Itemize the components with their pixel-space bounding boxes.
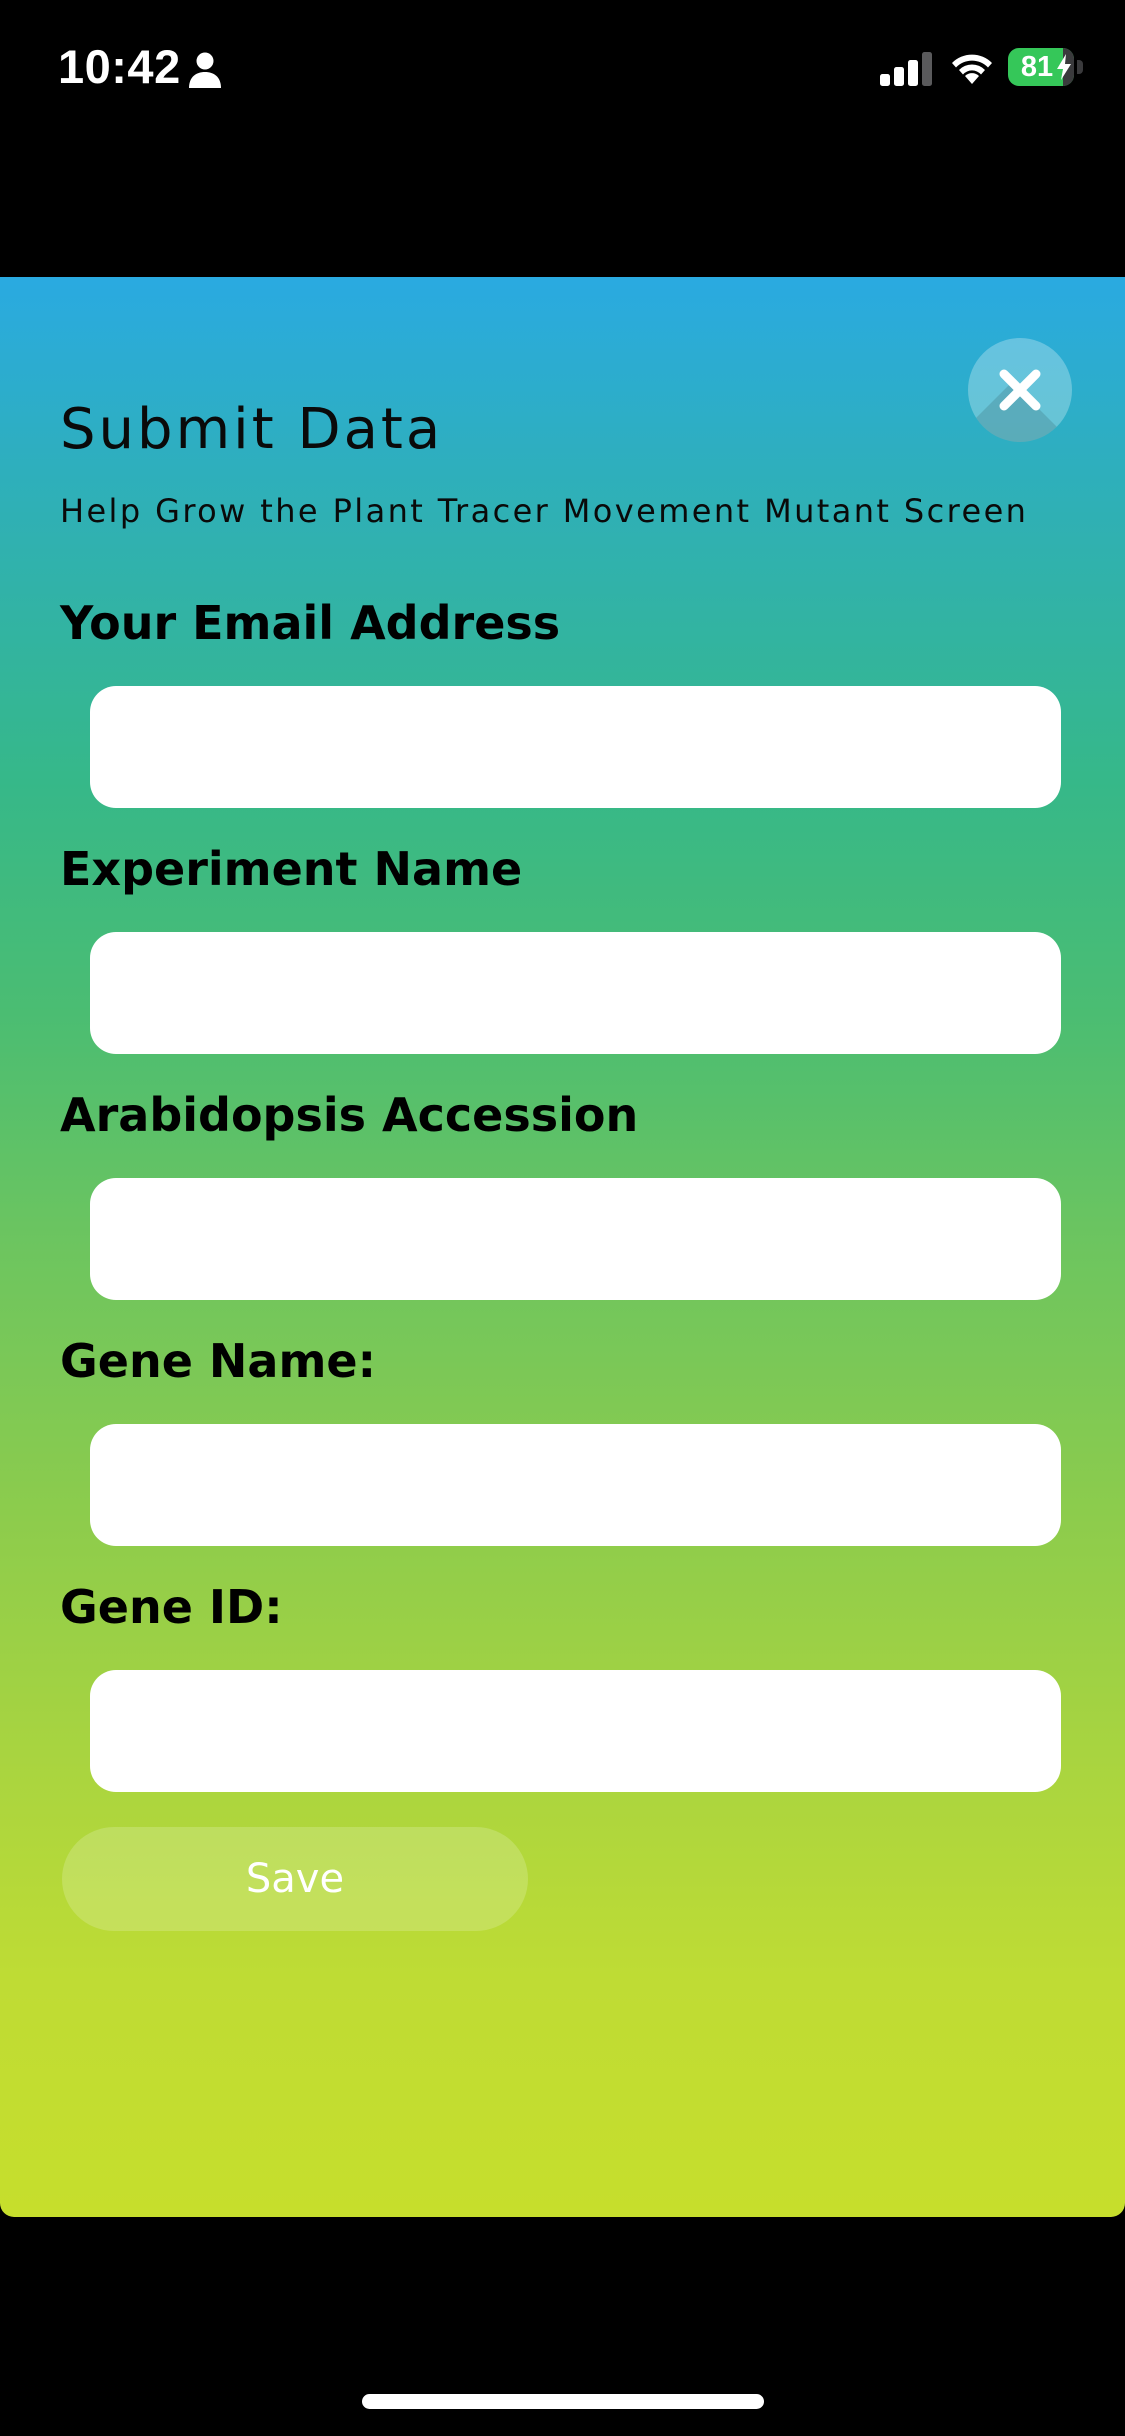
gene-name-field[interactable] (90, 1424, 1061, 1546)
battery-icon: 81 (1008, 48, 1084, 86)
arabidopsis-accession-label: Arabidopsis Accession (60, 1088, 639, 1142)
battery-level: 81 (1008, 48, 1074, 86)
signal-icon (880, 52, 932, 86)
close-button[interactable] (968, 338, 1072, 442)
home-indicator[interactable] (362, 2394, 764, 2409)
experiment-name-field[interactable] (90, 932, 1061, 1054)
status-time: 10:42 (58, 40, 181, 93)
gene-id-label: Gene ID: (60, 1580, 283, 1634)
battery-percent: 81 (1020, 51, 1054, 83)
email-field[interactable] (90, 686, 1061, 808)
charging-bolt-icon (1057, 54, 1071, 80)
save-button[interactable]: Save (62, 1827, 528, 1931)
person-icon (189, 52, 221, 88)
close-icon (999, 369, 1041, 411)
status-bar: 10:42 81 (0, 0, 1125, 140)
gene-name-label: Gene Name: (60, 1334, 376, 1388)
wifi-icon (952, 54, 992, 84)
gene-id-field[interactable] (90, 1670, 1061, 1792)
submit-data-modal: Submit Data Help Grow the Plant Tracer M… (0, 277, 1125, 2217)
page-title: Submit Data (60, 397, 444, 462)
page-subtitle: Help Grow the Plant Tracer Movement Muta… (60, 492, 1029, 530)
arabidopsis-accession-field[interactable] (90, 1178, 1061, 1300)
email-label: Your Email Address (60, 596, 561, 650)
experiment-name-label: Experiment Name (60, 842, 523, 896)
